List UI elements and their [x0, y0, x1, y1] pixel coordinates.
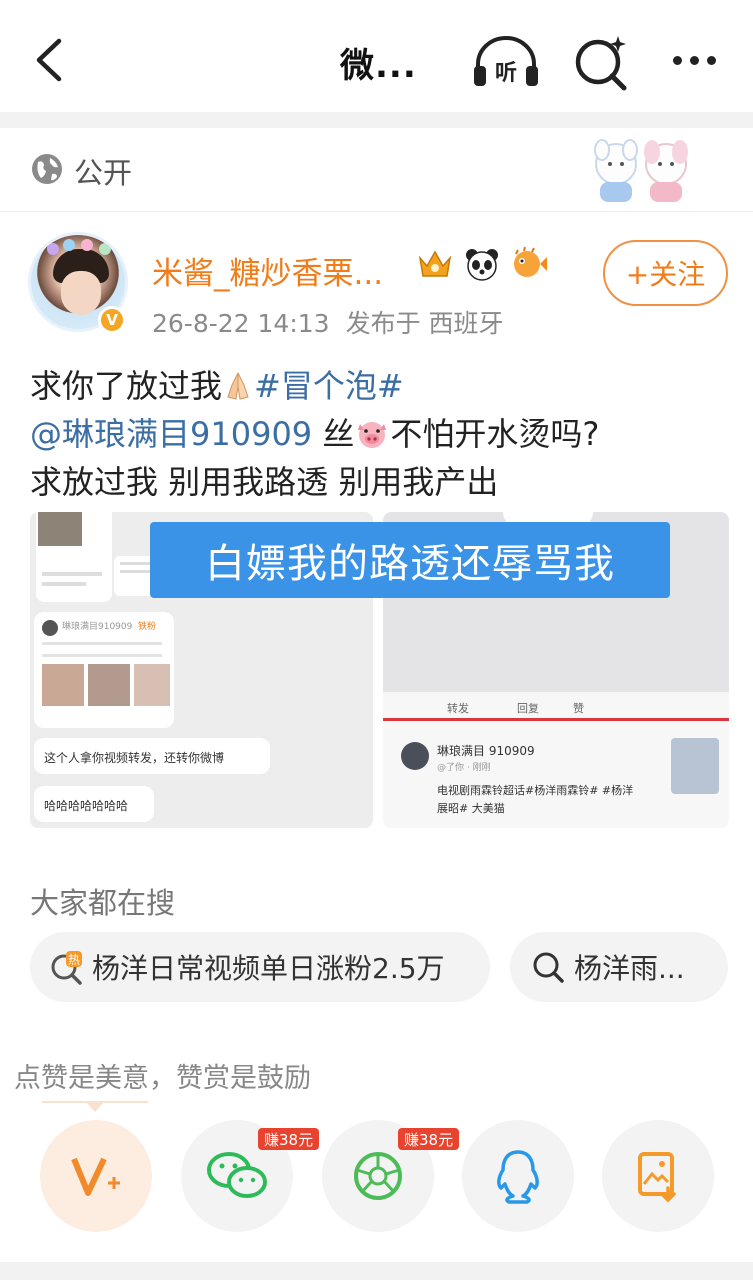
- wechat-icon: [207, 1152, 267, 1198]
- image-like-label: 赞: [573, 702, 584, 715]
- dot-icon: [706, 55, 716, 65]
- image-comment-2: 哈哈哈哈哈哈哈: [44, 799, 129, 813]
- user-badges: [416, 246, 548, 282]
- headphones-icon: 听: [474, 36, 538, 86]
- dot-icon: [672, 55, 682, 65]
- search-sparkle-icon: [575, 36, 627, 91]
- bottom-divider: [0, 1262, 753, 1280]
- image-caption-overlay: 白嫖我的路透还辱骂我: [150, 522, 670, 598]
- image-card2-user: 琳琅满目 910909: [437, 744, 535, 758]
- search-button[interactable]: [572, 32, 632, 92]
- image-comment-label: 回复: [517, 702, 539, 715]
- panda-badge-icon[interactable]: [464, 246, 500, 282]
- post-meta: 26-8-22 14:13 发布于 西班牙: [152, 304, 504, 340]
- verified-badge: V: [98, 306, 126, 334]
- image-repost-label: 转发: [447, 702, 469, 715]
- trending-search-chip-1[interactable]: 热 杨洋日常视频单日涨粉2.5万: [30, 932, 490, 1002]
- post-text-line1: 求你了放过我: [30, 367, 223, 405]
- pig-face-icon: [358, 422, 387, 448]
- search-icon: [533, 952, 564, 983]
- avatar-frame-decoration-icon: [47, 239, 111, 255]
- top-nav-bar: 微... 听: [0, 0, 753, 112]
- image-card-user: 琳琅满目910909: [62, 622, 133, 632]
- praying-hands-icon: [227, 372, 249, 400]
- chevron-left-icon: [36, 38, 62, 82]
- mention-link[interactable]: @琳琅满目910909: [30, 415, 312, 453]
- reward-prompt: 点赞是美意，赞赏是鼓励: [14, 1063, 311, 1094]
- moments-icon: [354, 1152, 402, 1200]
- visibility-row: 公开: [0, 128, 753, 212]
- pufferfish-badge-icon[interactable]: [510, 246, 548, 282]
- save-image-button[interactable]: [602, 1120, 714, 1232]
- post-content: 求你了放过我 #冒个泡# @琳琅满目910909 丝不怕开水烫吗? 求放过我 别用…: [30, 362, 730, 506]
- post-text-line3: 求放过我 别用我路透 别用我产出: [30, 463, 499, 501]
- username[interactable]: 米酱_糖炒香栗...: [152, 248, 383, 293]
- reward-button[interactable]: [40, 1120, 152, 1232]
- back-button[interactable]: [28, 34, 68, 86]
- post-text-line2-suffix: 不怕开水烫吗?: [390, 415, 600, 453]
- svg-text:热: 热: [68, 953, 80, 967]
- post-timestamp: 26-8-22 14:13: [152, 309, 330, 338]
- globe-icon: [32, 154, 62, 184]
- follow-button[interactable]: +关注: [603, 240, 728, 306]
- image-card2-text-1: 电视剧雨霖铃超话#杨洋雨霖铃# #杨洋: [437, 784, 634, 797]
- image-comment-1: 这个人拿你视频转发，还转你微博: [44, 751, 225, 765]
- save-image-icon: [638, 1152, 676, 1203]
- trending-search-label-1: 杨洋日常视频单日涨粉2.5万: [92, 952, 445, 985]
- earn-badge: 赚38元: [258, 1128, 320, 1150]
- active-indicator: [42, 1101, 148, 1112]
- qq-icon: [497, 1150, 539, 1204]
- listen-button[interactable]: 听: [470, 34, 542, 90]
- trending-search-chip-2[interactable]: 杨洋雨...: [510, 932, 728, 1002]
- divider-band: [0, 112, 753, 128]
- trending-searches-heading: 大家都在搜: [30, 886, 176, 920]
- decorative-sticker-icon: [594, 139, 688, 202]
- trending-search-label-2: 杨洋雨...: [574, 952, 685, 985]
- visibility-label: 公开: [74, 156, 133, 190]
- image-card-tag: 铁粉: [138, 622, 157, 632]
- dot-icon: [689, 55, 699, 65]
- share-qq-button[interactable]: [462, 1120, 574, 1232]
- more-options-button[interactable]: [662, 36, 726, 84]
- v-plus-icon: [71, 1157, 120, 1196]
- image-card2-time: @了你 · 刚刚: [437, 763, 491, 773]
- listen-label: 听: [495, 61, 517, 86]
- topic-link[interactable]: #冒个泡#: [254, 367, 404, 405]
- hot-search-icon: 热: [51, 951, 82, 985]
- page-title: 微...: [340, 46, 417, 86]
- post-location: 发布于 西班牙: [345, 309, 504, 338]
- crown-badge-icon[interactable]: [416, 246, 454, 282]
- earn-badge: 赚38元: [398, 1128, 460, 1150]
- image-card2-text-2: 展昭# 大美猫: [437, 802, 505, 815]
- post-text-line2-mid: 丝: [312, 415, 355, 453]
